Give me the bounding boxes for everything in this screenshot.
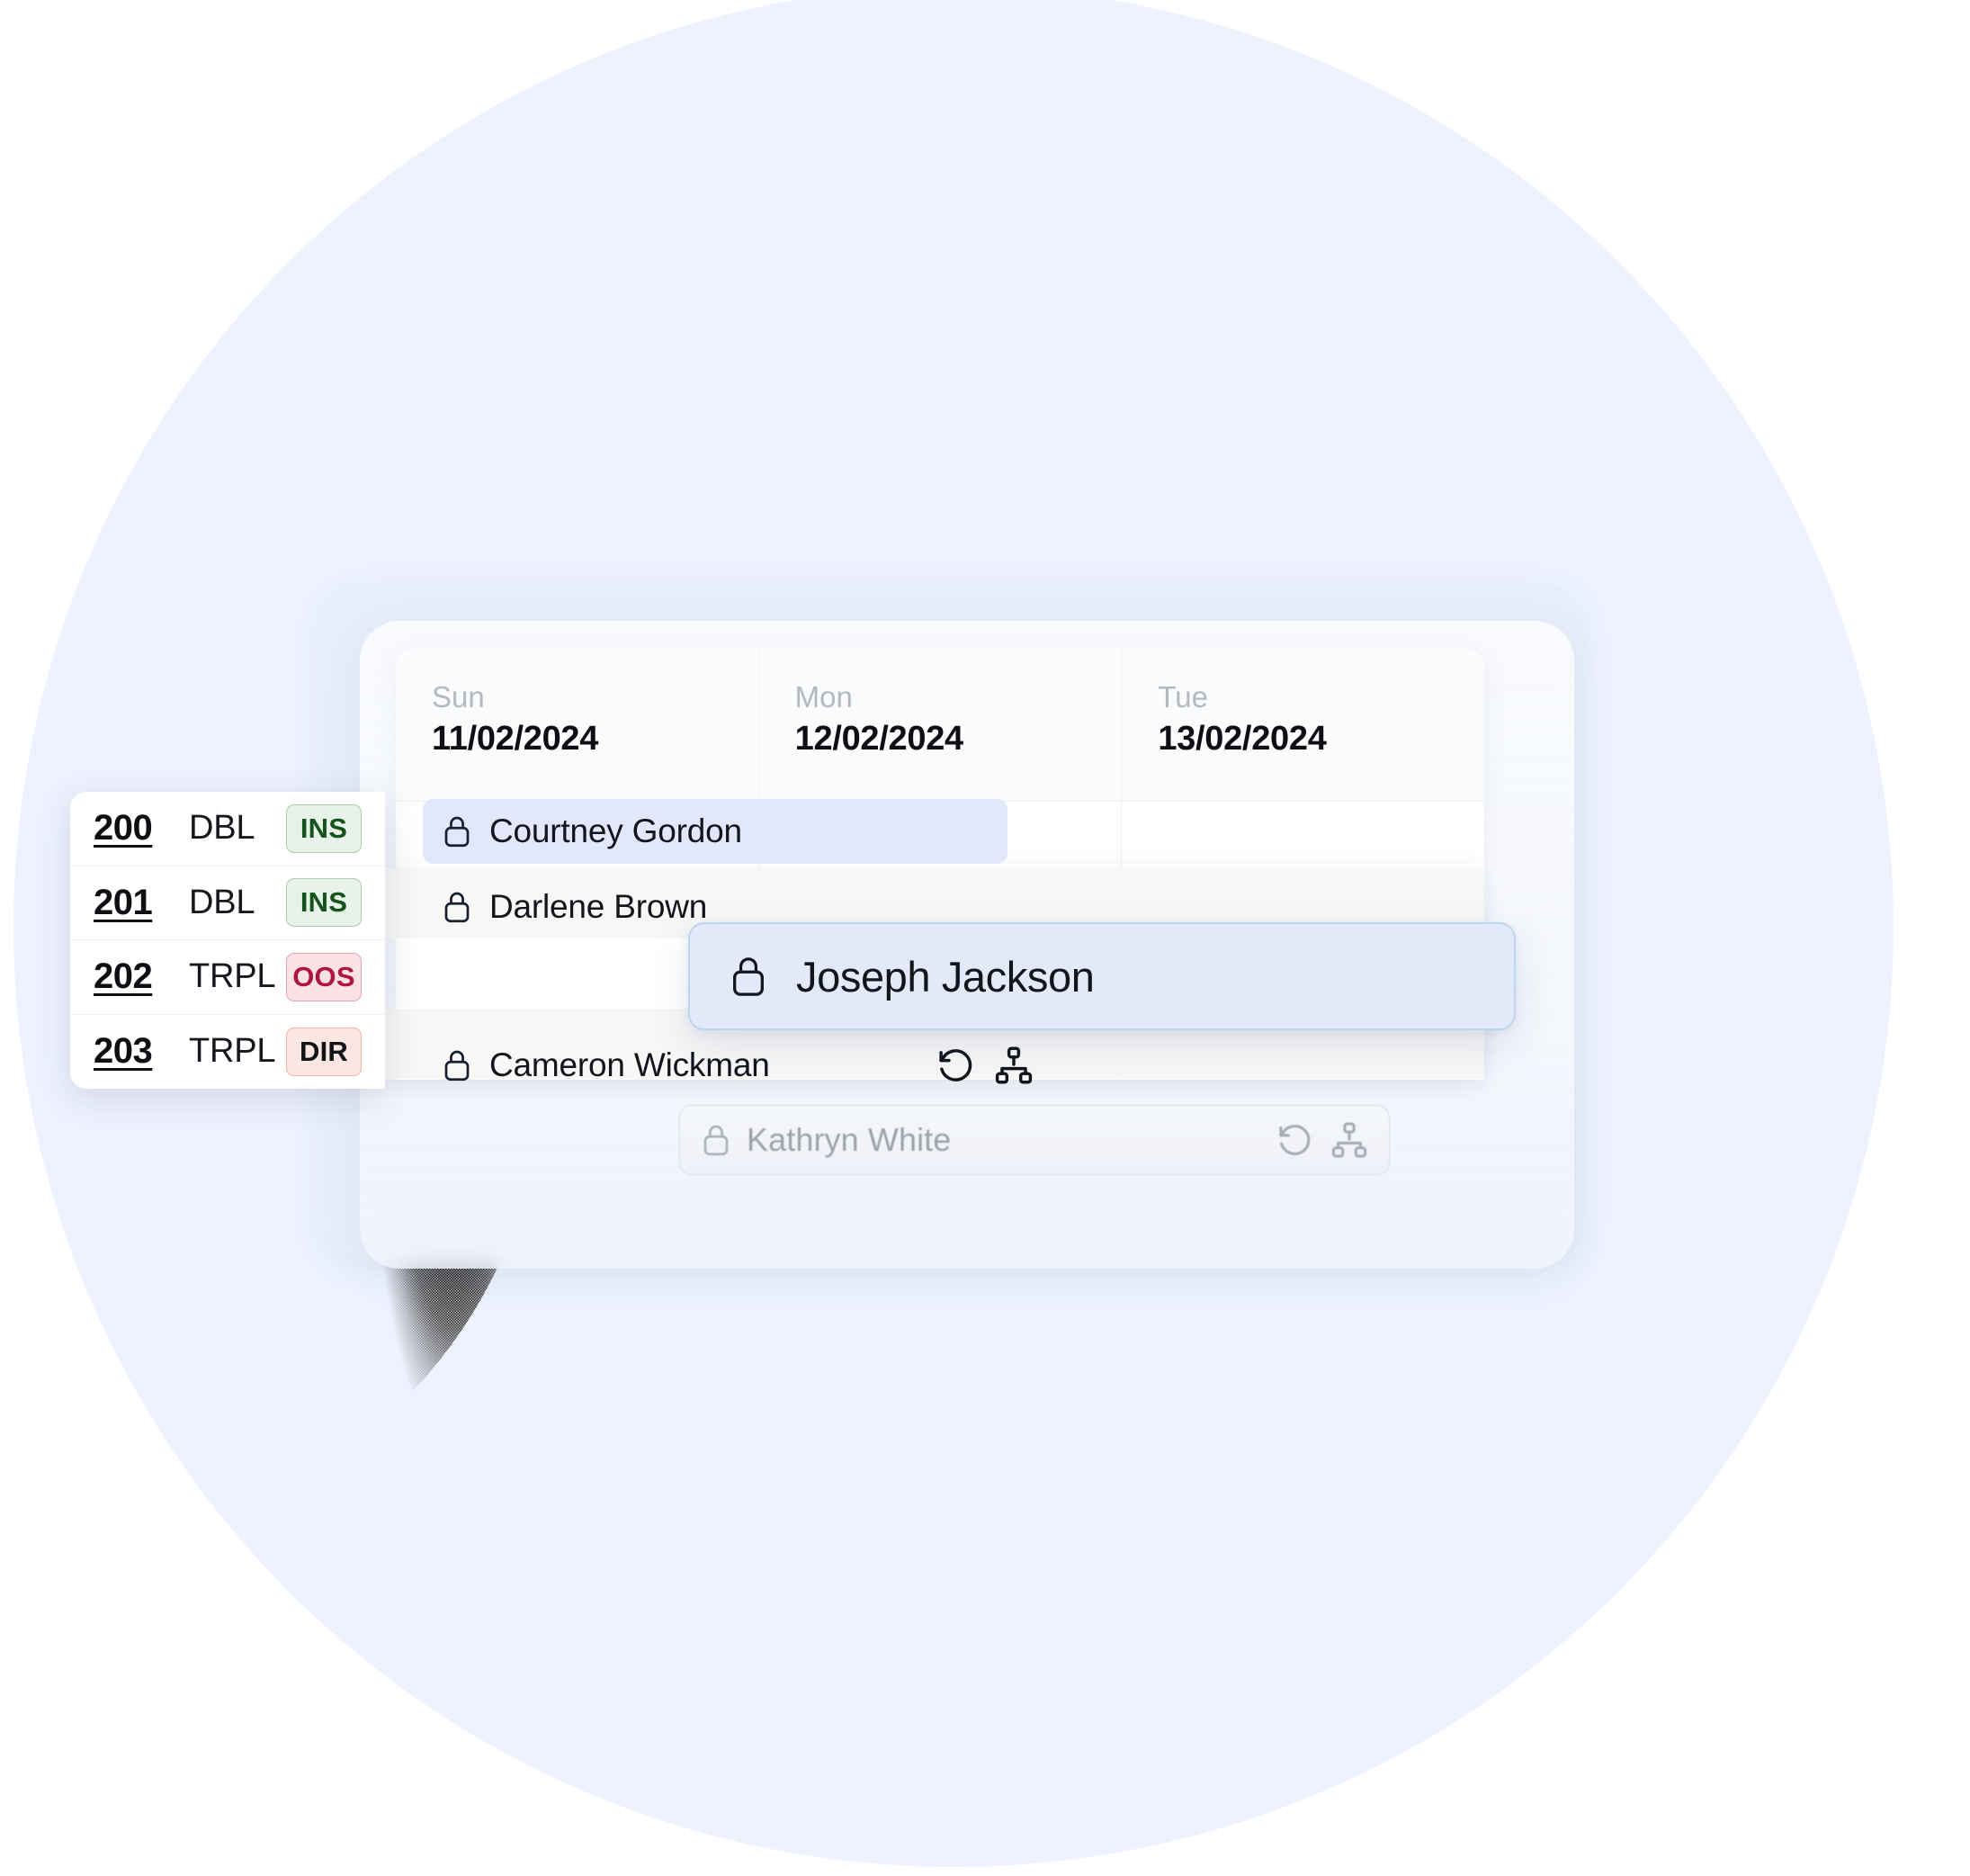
room-number[interactable]: 202: [94, 956, 173, 997]
room-type: TRPL: [189, 1032, 276, 1071]
status-badge[interactable]: OOS: [286, 952, 362, 1001]
calendar-column-header[interactable]: Sun 11/02/2024: [396, 648, 759, 801]
room-list-card: 200 DBL INS 201 DBL INS 202 TRPL OOS 203…: [70, 792, 385, 1089]
status-badge[interactable]: INS: [286, 878, 362, 928]
room-row[interactable]: 203 TRPL DIR: [70, 1015, 385, 1090]
status-badge[interactable]: INS: [286, 803, 362, 853]
room-type: DBL: [189, 809, 255, 848]
guest-name: Courtney Gordon: [489, 812, 742, 849]
hierarchy-icon[interactable]: [1330, 1120, 1369, 1160]
room-number[interactable]: 203: [94, 1031, 173, 1072]
day-name-label: Tue: [1158, 680, 1208, 714]
ghost-booking-kathryn-white[interactable]: Kathryn White: [679, 1105, 1390, 1175]
calendar-cell[interactable]: [1122, 802, 1484, 864]
restore-history-icon[interactable]: [1276, 1120, 1315, 1160]
lock-icon: [441, 1047, 473, 1083]
lock-icon: [441, 813, 473, 849]
restore-history-icon[interactable]: [936, 1045, 977, 1086]
room-row[interactable]: 200 DBL INS: [70, 792, 385, 866]
hierarchy-icon[interactable]: [993, 1045, 1034, 1086]
lock-icon: [700, 1122, 732, 1158]
booking-bar-courtney-gordon[interactable]: Courtney Gordon: [423, 799, 1007, 864]
day-date-label: 13/02/2024: [1158, 720, 1327, 758]
dragged-booking-card-joseph-jackson[interactable]: Joseph Jackson: [688, 922, 1516, 1030]
calendar-column-header[interactable]: Mon 12/02/2024: [759, 648, 1123, 801]
booking-actions: [936, 1045, 1034, 1086]
guest-name: Cameron Wickman: [489, 1046, 770, 1083]
screenshot-stage: Sun 11/02/2024 Mon 12/02/2024 Tue 13/02/…: [0, 0, 1970, 1876]
day-date-label: 11/02/2024: [432, 720, 599, 758]
booking-bar-cameron-wickman[interactable]: Cameron Wickman: [423, 1033, 1052, 1098]
calendar-column-header[interactable]: Tue 13/02/2024: [1122, 648, 1484, 801]
day-date-label: 12/02/2024: [794, 720, 963, 758]
day-name-label: Sun: [432, 680, 485, 714]
status-badge[interactable]: DIR: [286, 1027, 362, 1076]
ghost-booking-actions: [1276, 1120, 1369, 1160]
room-number[interactable]: 201: [94, 883, 173, 923]
guest-name: Joseph Jackson: [796, 952, 1095, 1001]
room-type: DBL: [189, 883, 255, 921]
room-type: TRPL: [189, 957, 276, 996]
room-row[interactable]: 201 DBL INS: [70, 866, 385, 940]
day-name-label: Mon: [794, 680, 853, 714]
lock-icon: [441, 889, 473, 925]
lock-icon: [728, 953, 769, 1000]
guest-name: Darlene Brown: [489, 888, 708, 925]
room-row[interactable]: 202 TRPL OOS: [70, 940, 385, 1015]
calendar-header-row: Sun 11/02/2024 Mon 12/02/2024 Tue 13/02/…: [396, 648, 1484, 801]
guest-name: Kathryn White: [747, 1121, 952, 1158]
room-number[interactable]: 200: [94, 808, 173, 848]
